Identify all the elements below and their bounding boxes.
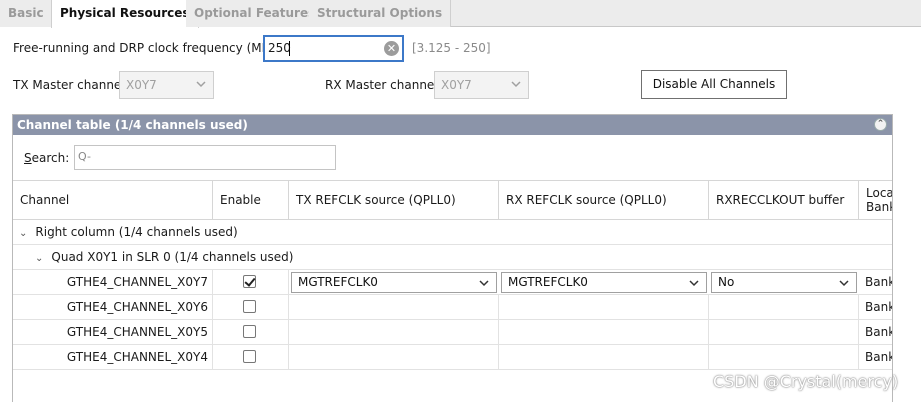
column-header-tx-refclk[interactable]: TX REFCLK source (QPLL0) [289,180,499,220]
rx-master-channel-value: X0Y7 [441,78,472,92]
rx-refclk-cell [499,345,709,370]
column-header-rxrecclkout[interactable]: RXRECCLKOUT buffer [709,180,859,220]
rx-refclk-value: MGTREFCLK0 [508,275,588,289]
tab-structural-options[interactable]: Structural Options [309,0,452,27]
column-header-rx-refclk[interactable]: RX REFCLK source (QPLL0) [499,180,709,220]
search-label: Search: [24,151,69,165]
column-header-location[interactable]: LocaBank [859,180,892,220]
chevron-down-icon[interactable]: ⌄ [19,222,27,246]
table-row[interactable]: GTHE4_CHANNEL_X0Y6 Bank [13,295,892,320]
search-label-text: earch: [31,151,70,165]
tab-optional-features[interactable]: Optional Features [186,0,325,27]
channel-table-title: Channel table (1/4 channels used) [17,118,248,132]
column-header-channel[interactable]: Channel [13,180,213,220]
location-cell: Bank [865,300,892,314]
location-header-line2: Bank [866,200,892,214]
subgroup-row-label: ⌄ Quad X0Y1 in SLR 0 (1/4 channels used) [35,245,293,271]
group-title: Right column (1/4 channels used) [35,225,238,239]
chevron-down-icon [839,280,849,287]
tab-physical-resources[interactable]: Physical Resources [51,0,199,28]
rxrecclkout-select[interactable]: No [711,272,857,293]
chevron-down-icon [196,81,206,88]
group-row[interactable]: ⌄ Right column (1/4 channels used) [13,220,892,245]
rx-master-channel-select[interactable]: X0Y7 [434,71,529,99]
table-row[interactable]: GTHE4_CHANNEL_X0Y5 Bank [13,320,892,345]
channel-name: GTHE4_CHANNEL_X0Y6 [13,295,213,320]
location-header-line1: Loca [866,186,892,200]
rx-refclk-cell [499,295,709,320]
subgroup-title: Quad X0Y1 in SLR 0 (1/4 channels used) [51,250,294,264]
watermark: CSDN @Crystal(mercy) [713,372,899,391]
chevron-down-icon [689,280,699,287]
tx-master-channel-label: TX Master channel [13,78,125,92]
tx-master-channel-value: X0Y7 [126,78,157,92]
enable-checkbox[interactable] [243,350,256,363]
rx-refclk-select[interactable]: MGTREFCLK0 [501,272,707,293]
tx-master-channel-select[interactable]: X0Y7 [119,71,214,99]
rxrecclkout-cell [709,320,859,345]
group-row-label: ⌄ Right column (1/4 channels used) [19,220,238,246]
search-icon: Q- [78,150,91,163]
text-caret [289,41,290,56]
clock-frequency-label: Free-running and DRP clock frequency (MH… [13,41,282,55]
tx-refclk-cell [289,320,499,345]
disable-all-channels-button[interactable]: Disable All Channels [641,70,787,99]
clock-frequency-range: [3.125 - 250] [412,41,491,55]
enable-checkbox[interactable] [243,300,256,313]
search-label-mnemonic: S [24,151,32,165]
chevron-down-icon [479,280,489,287]
tx-refclk-cell [289,295,499,320]
tab-bar: Basic Physical Resources Optional Featur… [0,0,921,28]
channel-name: GTHE4_CHANNEL_X0Y5 [13,320,213,345]
table-row[interactable]: GTHE4_CHANNEL_X0Y4 Bank [13,345,892,370]
tx-refclk-value: MGTREFCLK0 [298,275,378,289]
chevron-down-icon[interactable]: ⌄ [35,247,43,271]
channel-name: GTHE4_CHANNEL_X0Y7 [13,270,213,295]
tab-basic[interactable]: Basic [0,0,53,27]
channel-table-panel: Channel table (1/4 channels used) ⌃ Sear… [12,114,893,402]
table-row[interactable]: GTHE4_CHANNEL_X0Y7 MGTREFCLK0 MGTREFCLK0… [13,270,892,295]
tx-refclk-select[interactable]: MGTREFCLK0 [291,272,497,293]
rx-master-channel-label: RX Master channel [325,78,438,92]
rxrecclkout-value: No [718,275,735,289]
rxrecclkout-cell [709,295,859,320]
channel-table-header: Channel table (1/4 channels used) ⌃ [13,115,892,135]
rxrecclkout-cell [709,345,859,370]
chevron-down-icon [511,81,521,88]
clear-icon[interactable]: ✕ [384,41,399,56]
clock-frequency-value: 250 [268,41,291,55]
search-input[interactable]: Q- [74,145,336,170]
location-cell: Bank [865,350,892,364]
channel-name: GTHE4_CHANNEL_X0Y4 [13,345,213,370]
location-cell: Bank [865,325,892,339]
rx-refclk-cell [499,320,709,345]
column-header-enable[interactable]: Enable [213,180,289,220]
subgroup-row[interactable]: ⌄ Quad X0Y1 in SLR 0 (1/4 channels used) [13,245,892,270]
location-cell: Bank [865,275,892,289]
collapse-icon[interactable]: ⌃ [874,118,887,131]
clock-frequency-input[interactable]: 250 ✕ [263,35,404,62]
enable-checkbox[interactable] [243,275,256,288]
channel-grid: Channel Enable TX REFCLK source (QPLL0) … [13,180,892,402]
tx-refclk-cell [289,345,499,370]
enable-checkbox[interactable] [243,325,256,338]
